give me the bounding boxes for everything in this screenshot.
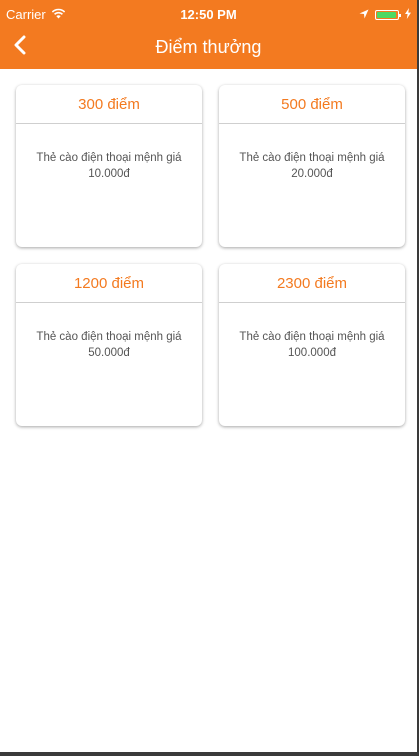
- reward-card-500[interactable]: 500 điểm Thẻ cào điện thoại mệnh giá 20.…: [219, 85, 405, 247]
- phone-screen: Carrier 12:50 PM Điểm thưởng 300 điểm Th…: [0, 0, 417, 752]
- reward-value: 20.000đ: [291, 168, 333, 180]
- reward-card-2300[interactable]: 2300 điểm Thẻ cào điện thoại mệnh giá 10…: [219, 264, 405, 426]
- page-title: Điểm thưởng: [155, 37, 262, 57]
- reward-value: 50.000đ: [88, 347, 130, 359]
- reward-description-line: Thẻ cào điện thoại mệnh giá: [239, 331, 385, 343]
- location-arrow-icon: [359, 7, 369, 22]
- reward-value: 100.000đ: [288, 347, 336, 359]
- reward-description: Thẻ cào điện thoại mệnh giá 100.000đ: [219, 303, 405, 361]
- reward-description-line: Thẻ cào điện thoại mệnh giá: [239, 152, 385, 164]
- reward-description-line: Thẻ cào điện thoại mệnh giá: [36, 331, 182, 343]
- status-right: [359, 7, 411, 22]
- app-header: Carrier 12:50 PM Điểm thưởng: [0, 0, 417, 69]
- reward-points: 300 điểm: [16, 85, 202, 124]
- charging-bolt-icon: [405, 7, 411, 22]
- rewards-grid: 300 điểm Thẻ cào điện thoại mệnh giá 10.…: [16, 85, 406, 426]
- reward-description-line: Thẻ cào điện thoại mệnh giá: [36, 152, 182, 164]
- reward-points: 2300 điểm: [219, 264, 405, 303]
- reward-card-300[interactable]: 300 điểm Thẻ cào điện thoại mệnh giá 10.…: [16, 85, 202, 247]
- reward-value: 10.000đ: [88, 168, 130, 180]
- battery-level: [377, 11, 396, 18]
- battery-icon: [375, 9, 401, 20]
- reward-card-1200[interactable]: 1200 điểm Thẻ cào điện thoại mệnh giá 50…: [16, 264, 202, 426]
- reward-points: 500 điểm: [219, 85, 405, 124]
- reward-points: 1200 điểm: [16, 264, 202, 303]
- reward-description: Thẻ cào điện thoại mệnh giá 10.000đ: [16, 124, 202, 182]
- reward-description: Thẻ cào điện thoại mệnh giá 50.000đ: [16, 303, 202, 361]
- status-bar: Carrier 12:50 PM: [0, 0, 417, 28]
- status-time: 12:50 PM: [180, 7, 237, 22]
- navigation-bar: Điểm thưởng: [0, 28, 417, 69]
- reward-description: Thẻ cào điện thoại mệnh giá 20.000đ: [219, 124, 405, 182]
